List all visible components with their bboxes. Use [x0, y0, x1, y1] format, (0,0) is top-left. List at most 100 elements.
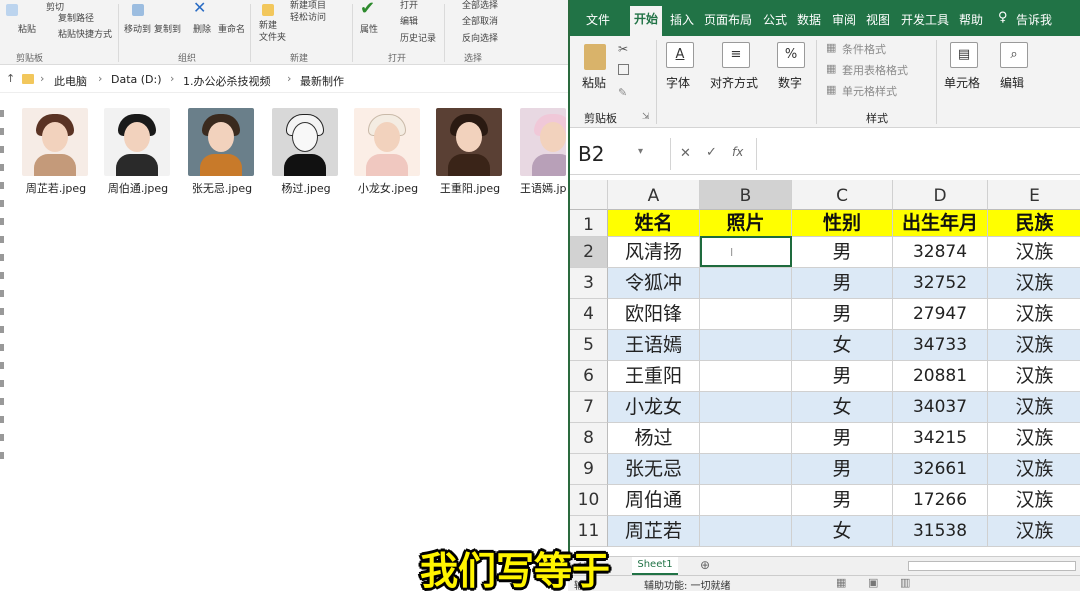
font-icon[interactable]: A [666, 42, 694, 68]
properties-button[interactable]: 属性 [360, 22, 378, 35]
number-format-icon[interactable]: % [777, 42, 805, 68]
birth-cell[interactable]: 32874 [893, 237, 988, 268]
name-cell[interactable]: 小龙女 [608, 392, 700, 423]
gender-cell[interactable]: 男 [792, 423, 893, 454]
gender-cell[interactable]: 女 [792, 516, 893, 547]
accessibility-status[interactable]: 辅助功能: 一切就绪 [644, 577, 731, 592]
row-header[interactable]: 10 [570, 485, 608, 516]
gender-cell[interactable]: 男 [792, 485, 893, 516]
select-none-button[interactable]: 全部取消 [462, 14, 498, 27]
column-header-d[interactable]: D [893, 180, 988, 210]
ethnic-cell[interactable]: 汉族 [988, 392, 1080, 423]
name-cell[interactable]: 风清扬 [608, 237, 700, 268]
delete-icon[interactable]: ✕ [193, 0, 206, 16]
sheet-tab[interactable]: Sheet1 [632, 557, 678, 575]
ethnic-cell[interactable]: 汉族 [988, 330, 1080, 361]
easy-access-button[interactable]: 轻松访问 [290, 10, 326, 23]
file-thumbnail[interactable] [22, 108, 88, 176]
conditional-format-button[interactable]: 条件格式 [842, 41, 886, 57]
namebox-dropdown-icon[interactable]: ▾ [638, 146, 643, 157]
photo-cell[interactable] [700, 485, 792, 516]
birth-cell[interactable]: 34215 [893, 423, 988, 454]
row-header[interactable]: 8 [570, 423, 608, 454]
ethnic-cell[interactable]: 汉族 [988, 237, 1080, 268]
tab-formulas[interactable]: 公式 [763, 11, 787, 28]
page-break-view-icon[interactable]: ▥ [900, 576, 910, 589]
file-thumbnail[interactable] [436, 108, 502, 176]
horizontal-scrollbar[interactable] [908, 561, 1076, 571]
header-cell[interactable]: 出生年月 [893, 210, 988, 237]
photo-cell[interactable] [700, 361, 792, 392]
paste-button[interactable]: 粘贴 [18, 22, 36, 35]
move-to-button[interactable]: 移动到 [124, 22, 151, 35]
photo-cell[interactable] [700, 330, 792, 361]
add-sheet-icon[interactable]: ⊕ [700, 558, 710, 572]
row-header[interactable]: 9 [570, 454, 608, 485]
breadcrumb-folder[interactable]: 1.办公必杀技视频 [183, 73, 271, 89]
cancel-icon[interactable]: ✕ [680, 146, 691, 161]
history-button[interactable]: 历史记录 [400, 31, 436, 44]
row-header[interactable]: 2 [570, 237, 608, 268]
breadcrumb-this-pc[interactable]: 此电脑 [54, 73, 87, 89]
select-all-corner[interactable] [570, 180, 608, 210]
photo-cell[interactable] [700, 299, 792, 330]
header-cell[interactable]: 照片 [700, 210, 792, 237]
paste-icon[interactable] [584, 44, 606, 70]
ethnic-cell[interactable]: 汉族 [988, 299, 1080, 330]
header-cell[interactable]: 民族 [988, 210, 1080, 237]
lightbulb-icon[interactable]: ♀ [998, 10, 1008, 25]
breadcrumb-drive[interactable]: Data (D:) [111, 73, 162, 86]
rename-button[interactable]: 重命名 [218, 22, 245, 35]
name-cell[interactable]: 杨过 [608, 423, 700, 454]
number-button[interactable]: 数字 [778, 74, 802, 91]
cells-icon[interactable]: ▤ [950, 42, 978, 68]
breadcrumb-current[interactable]: 最新制作 [300, 73, 344, 89]
file-name[interactable]: 杨过.jpeg [264, 180, 348, 196]
alignment-icon[interactable]: ≡ [722, 42, 750, 68]
photo-cell[interactable] [700, 516, 792, 547]
row-header[interactable]: 5 [570, 330, 608, 361]
ethnic-cell[interactable]: 汉族 [988, 268, 1080, 299]
file-thumbnail[interactable] [188, 108, 254, 176]
photo-cell[interactable] [700, 268, 792, 299]
copy-icon[interactable] [618, 64, 629, 75]
tab-insert[interactable]: 插入 [670, 11, 694, 28]
tab-view[interactable]: 视图 [866, 11, 890, 28]
name-cell[interactable]: 王重阳 [608, 361, 700, 392]
file-name[interactable]: 周芷若.jpeg [14, 180, 98, 196]
page-layout-view-icon[interactable]: ▣ [868, 576, 878, 589]
row-header[interactable]: 7 [570, 392, 608, 423]
birth-cell[interactable]: 31538 [893, 516, 988, 547]
gender-cell[interactable]: 女 [792, 392, 893, 423]
header-cell[interactable]: 性别 [792, 210, 893, 237]
photo-cell[interactable] [700, 454, 792, 485]
file-thumbnail[interactable] [354, 108, 420, 176]
column-header-c[interactable]: C [792, 180, 893, 210]
up-arrow-icon[interactable]: ↑ [6, 72, 15, 85]
file-thumbnail[interactable] [272, 108, 338, 176]
file-name[interactable]: 张无忌.jpeg [180, 180, 264, 196]
tab-help[interactable]: 帮助 [959, 11, 983, 28]
gender-cell[interactable]: 男 [792, 268, 893, 299]
row-header[interactable]: 1 [570, 210, 608, 237]
enter-icon[interactable]: ✓ [706, 145, 717, 160]
normal-view-icon[interactable]: ▦ [836, 576, 846, 589]
file-name[interactable]: 小龙女.jpeg [346, 180, 430, 196]
column-header-e[interactable]: E [988, 180, 1080, 210]
tab-tell-me[interactable]: 告诉我 [1016, 11, 1052, 28]
ethnic-cell[interactable]: 汉族 [988, 454, 1080, 485]
file-thumbnail[interactable] [104, 108, 170, 176]
row-header[interactable]: 3 [570, 268, 608, 299]
copy-path-button[interactable]: 复制路径 [58, 11, 94, 24]
birth-cell[interactable]: 34037 [893, 392, 988, 423]
birth-cell[interactable]: 32661 [893, 454, 988, 485]
name-cell[interactable]: 张无忌 [608, 454, 700, 485]
tab-developer[interactable]: 开发工具 [901, 11, 949, 28]
row-header[interactable]: 6 [570, 361, 608, 392]
birth-cell[interactable]: 34733 [893, 330, 988, 361]
cell-styles-button[interactable]: 单元格样式 [842, 83, 897, 99]
font-button[interactable]: 字体 [666, 74, 690, 91]
file-name[interactable]: 王语嫣.jp [520, 180, 568, 196]
gender-cell[interactable]: 男 [792, 299, 893, 330]
name-cell[interactable]: 王语嫣 [608, 330, 700, 361]
